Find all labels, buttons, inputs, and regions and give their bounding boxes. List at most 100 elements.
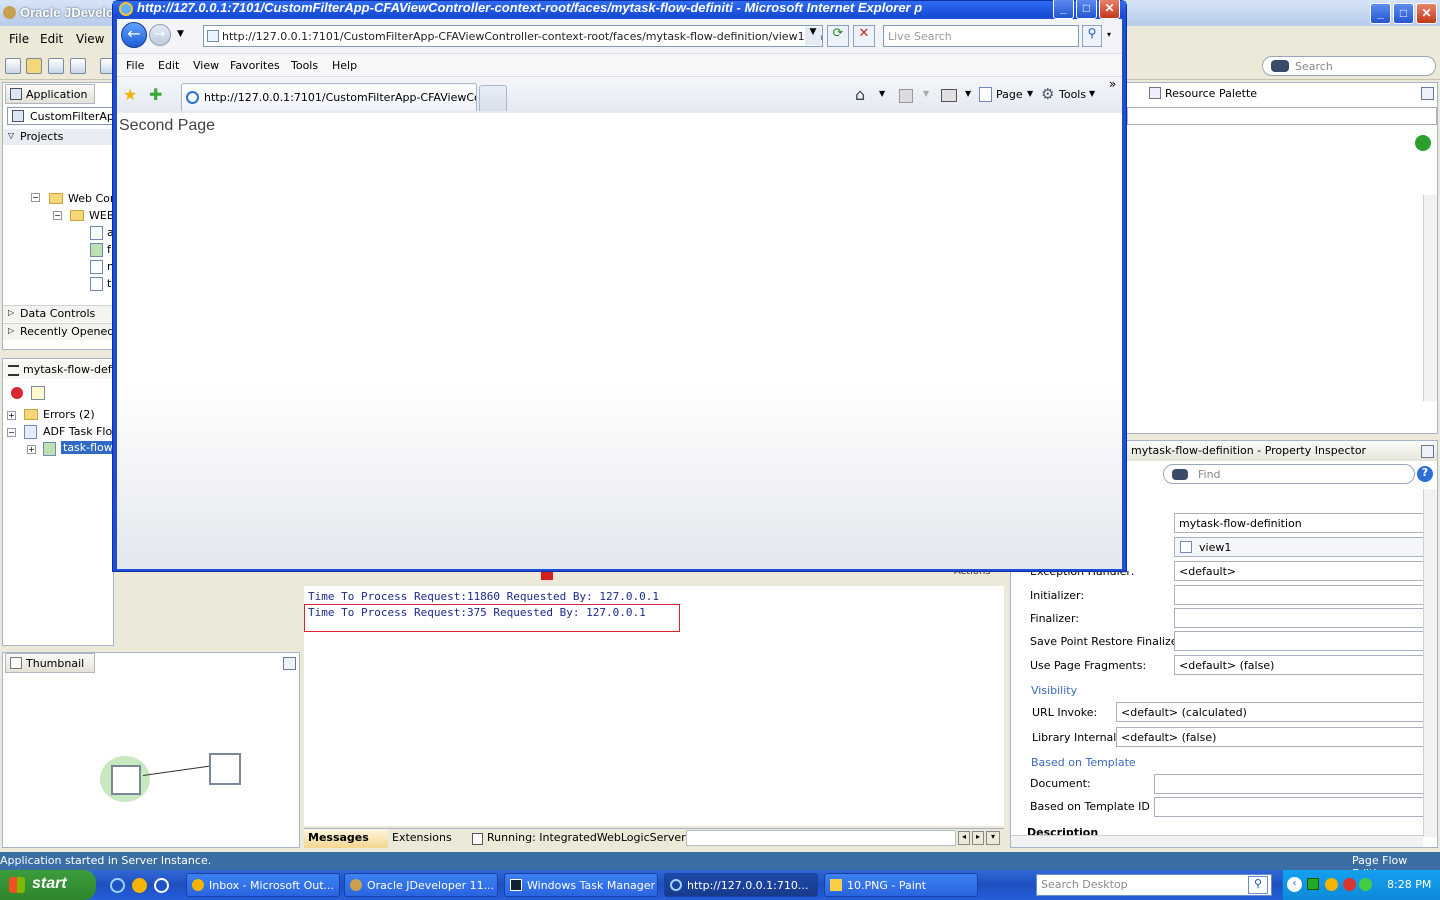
tab-running-server[interactable]: Running: IntegratedWebLogicServer (487, 831, 686, 844)
save-icon[interactable] (48, 58, 64, 74)
favorites-star-icon[interactable]: ★ (123, 85, 137, 104)
tree-expander[interactable]: + (7, 411, 16, 420)
tools-menu-button[interactable]: Tools (1059, 88, 1086, 101)
ie-menu-edit[interactable]: Edit (158, 59, 179, 72)
home-icon[interactable]: ⌂ (855, 85, 865, 104)
save-point-restore-finalizer-field[interactable] (1174, 631, 1426, 651)
jdev-menu-file[interactable]: File (9, 32, 29, 46)
search-options-icon[interactable]: ▾ (1103, 25, 1115, 47)
print-icon[interactable] (941, 89, 957, 102)
dropdown-icon[interactable]: ▾ (986, 831, 1000, 845)
ie-menu-tools[interactable]: Tools (291, 59, 318, 72)
open-folder-icon[interactable] (26, 58, 42, 74)
jdev-search-input[interactable]: Search (1262, 56, 1436, 76)
url-invoke-field[interactable]: <default> (calculated) (1116, 702, 1426, 722)
address-dropdown-icon[interactable]: ▼ (805, 27, 821, 45)
ie-maximize-button[interactable]: □ (1076, 0, 1097, 19)
tree-expander[interactable]: − (31, 193, 40, 202)
quicklaunch-ie-icon[interactable] (110, 878, 125, 893)
inspector-find-input[interactable]: Find (1163, 464, 1415, 484)
jdev-close-button[interactable]: ✕ (1416, 3, 1437, 24)
home-dropdown-icon[interactable]: ▼ (879, 89, 885, 98)
ie-menu-file[interactable]: File (126, 59, 144, 72)
desktop-search-icon[interactable]: ⚲ (1248, 876, 1268, 894)
stop-button[interactable]: ✕ (853, 25, 875, 47)
jdev-maximize-button[interactable]: □ (1393, 3, 1414, 24)
inspector-hscroll[interactable] (1011, 835, 1423, 847)
jdev-menu-edit[interactable]: Edit (40, 32, 63, 46)
page-dropdown-icon[interactable]: ▼ (1027, 89, 1033, 98)
forward-button[interactable]: → (149, 24, 171, 46)
back-button[interactable]: ← (121, 22, 147, 48)
security-alert-icon[interactable] (1343, 878, 1356, 891)
search-icon[interactable]: ⚲ (1082, 25, 1102, 47)
network-icon[interactable] (1307, 878, 1319, 890)
history-dropdown-icon[interactable]: ▼ (177, 29, 184, 39)
task-inbox-outlook[interactable]: Inbox - Microsoft Out... (186, 873, 340, 897)
task-oracle-jdeveloper[interactable]: Oracle JDeveloper 11... (344, 873, 498, 897)
quicklaunch-browser-icon[interactable] (154, 878, 169, 893)
ie-tab-current[interactable]: http://127.0.0.1:7101/CustomFilterApp-CF… (181, 83, 477, 111)
tree-file[interactable]: t (107, 277, 111, 290)
ie-menu-help[interactable]: Help (332, 59, 357, 72)
task-windows-task-manager[interactable]: Windows Task Manager (504, 873, 658, 897)
help-icon[interactable]: ? (1417, 466, 1433, 482)
ie-close-button[interactable]: ✕ (1099, 0, 1120, 19)
tree-node-web-content[interactable]: Web Con (68, 192, 117, 205)
view1-node-icon[interactable] (111, 765, 141, 795)
projects-header[interactable]: ▽ Projects (3, 129, 113, 145)
template-id-field[interactable] (1154, 797, 1426, 817)
page-menu-icon[interactable] (979, 87, 992, 102)
outlook-tray-icon[interactable] (1325, 878, 1338, 891)
tree-node-errors[interactable]: Errors (2) (43, 408, 95, 421)
data-controls-header[interactable]: ▷ Data Controls (3, 305, 113, 322)
property-default-activity-field[interactable]: view1 (1174, 537, 1426, 557)
use-page-fragments-field[interactable]: <default> (false) (1174, 655, 1426, 675)
library-internal-field[interactable]: <default> (false) (1116, 727, 1426, 747)
recently-opened-header[interactable]: ▷ Recently Opened F (3, 323, 113, 340)
document-field[interactable] (1154, 774, 1426, 794)
tray-collapse-icon[interactable]: ‹ (1287, 877, 1302, 892)
messenger-icon[interactable] (1359, 878, 1372, 891)
minimize-panel-icon[interactable] (1421, 445, 1434, 458)
save-all-icon[interactable] (70, 58, 86, 74)
feeds-dropdown-icon[interactable]: ▼ (923, 89, 929, 98)
tree-node-adf-task-flow[interactable]: ADF Task Flow (43, 425, 121, 438)
chevron-right-icon[interactable]: » (1109, 77, 1116, 91)
tab-thumbnail[interactable]: Thumbnail (5, 653, 95, 673)
address-bar[interactable]: http://127.0.0.1:7101/CustomFilterApp-CF… (203, 25, 823, 47)
based-on-template-section[interactable]: Based on Template (1031, 756, 1136, 769)
visibility-section[interactable]: Visibility (1031, 684, 1077, 697)
tree-expander[interactable]: − (7, 428, 16, 437)
task-paint[interactable]: 10.PNG - Paint (824, 873, 978, 897)
page-menu-button[interactable]: Page (996, 88, 1023, 101)
edit-icon[interactable] (31, 386, 45, 400)
view2-node-icon[interactable] (209, 753, 241, 785)
tree-node-task-flow[interactable]: task-flow- (61, 441, 119, 454)
tab-messages[interactable]: Messages (304, 829, 388, 848)
palette-dropdown[interactable] (1127, 107, 1437, 125)
feeds-icon[interactable] (899, 89, 913, 103)
tree-expander[interactable]: − (53, 211, 62, 220)
palette-vscroll[interactable] (1423, 195, 1437, 401)
tools-gear-icon[interactable]: ⚙ (1041, 85, 1054, 103)
finalizer-field[interactable] (1174, 608, 1426, 628)
go-arrow-icon[interactable] (1415, 135, 1431, 151)
exception-handler-field[interactable]: <default> (1174, 561, 1426, 581)
inspector-vscroll[interactable] (1423, 489, 1437, 837)
tab-extensions[interactable]: Extensions (390, 829, 466, 848)
clock[interactable]: 8:28 PM (1387, 878, 1431, 891)
search-desktop-input[interactable]: Search Desktop (1036, 874, 1272, 896)
scroll-right-icon[interactable]: ▸ (972, 831, 984, 845)
ie-minimize-button[interactable]: _ (1053, 0, 1074, 19)
pin-icon[interactable] (11, 387, 23, 399)
tab-resource-palette[interactable]: Resource Palette (1145, 84, 1345, 104)
log-hscroll[interactable] (686, 830, 956, 846)
ie-titlebar[interactable]: http://127.0.0.1:7101/CustomFilterApp-CF… (113, 0, 1126, 19)
new-icon[interactable] (5, 58, 21, 74)
tree-expander[interactable]: + (27, 445, 36, 454)
minimize-panel-icon[interactable] (283, 657, 296, 670)
jdev-menu-view[interactable]: View (76, 32, 104, 46)
ie-new-tab[interactable] (479, 85, 507, 111)
print-dropdown-icon[interactable]: ▼ (965, 89, 971, 98)
